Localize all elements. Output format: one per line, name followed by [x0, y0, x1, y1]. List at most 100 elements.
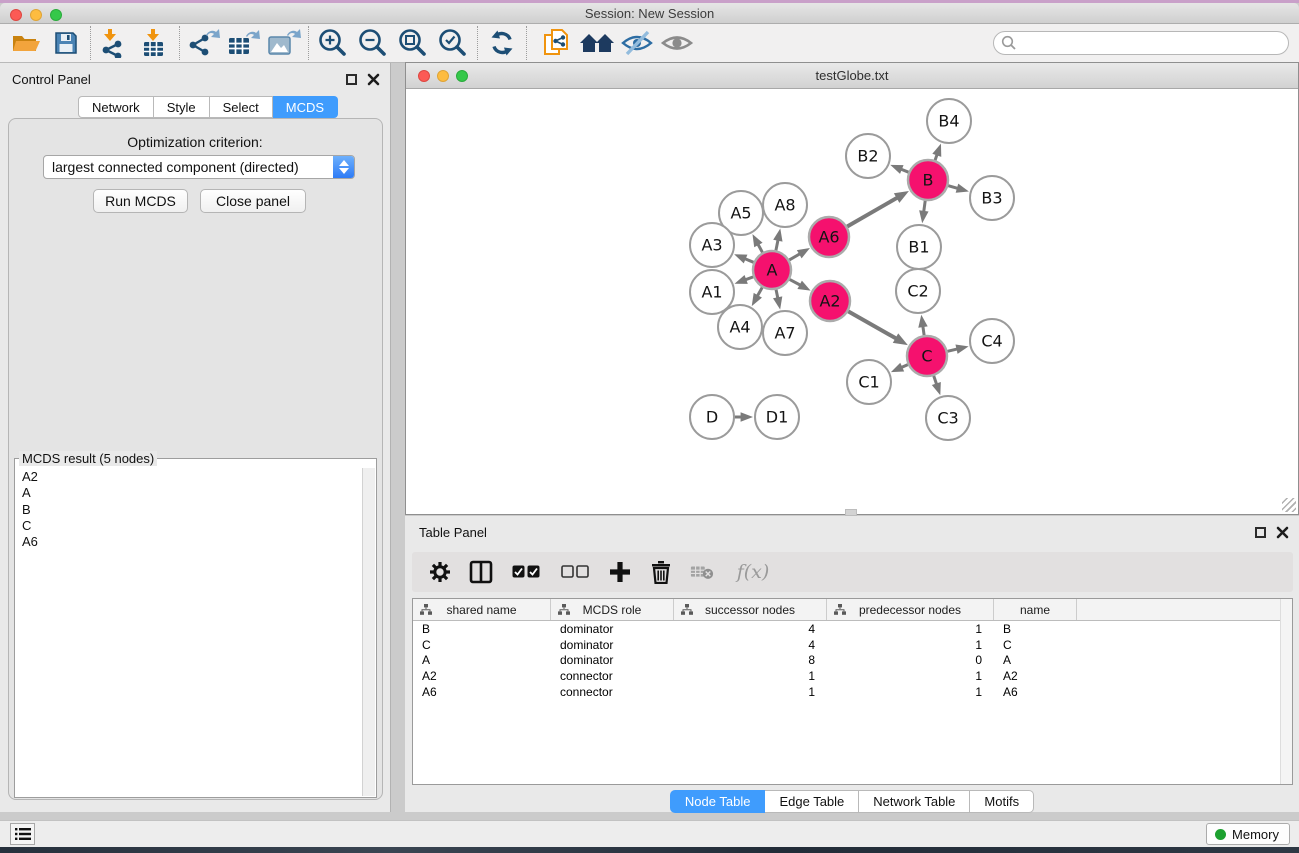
- table-cell[interactable]: 1: [827, 638, 994, 652]
- table-cell[interactable]: 1: [827, 685, 994, 699]
- table-cell[interactable]: 1: [827, 669, 994, 683]
- table-cell[interactable]: B: [994, 622, 1077, 636]
- tab-mcds[interactable]: MCDS: [273, 96, 338, 118]
- table-cell[interactable]: connector: [551, 669, 674, 683]
- graph-edge-B-B3[interactable]: [948, 186, 958, 189]
- column-header-successor-nodes[interactable]: successor nodes: [674, 599, 827, 620]
- table-cell[interactable]: 1: [674, 685, 827, 699]
- tab-select[interactable]: Select: [210, 96, 273, 118]
- graph-edge-C-C1[interactable]: [901, 365, 908, 368]
- deselect-all-button[interactable]: [559, 559, 591, 585]
- table-row[interactable]: Adominator80A: [413, 653, 1292, 669]
- graph-edge-B-B1[interactable]: [924, 201, 925, 212]
- table-settings-button[interactable]: [428, 559, 452, 585]
- refresh-button[interactable]: [482, 25, 522, 61]
- float-panel-icon[interactable]: [346, 74, 357, 85]
- table-cell[interactable]: 8: [674, 653, 827, 667]
- memory-button[interactable]: Memory: [1206, 823, 1290, 845]
- table-row[interactable]: A2connector11A2: [413, 668, 1292, 684]
- table-cell[interactable]: 4: [674, 638, 827, 652]
- save-session-button[interactable]: [46, 25, 86, 61]
- column-header-name[interactable]: name: [994, 599, 1077, 620]
- close-panel-button[interactable]: Close panel: [200, 189, 306, 213]
- import-table-button[interactable]: [135, 25, 175, 61]
- resize-grip[interactable]: [1282, 498, 1296, 512]
- export-image-button[interactable]: [264, 25, 304, 61]
- tab-node-table[interactable]: Node Table: [670, 790, 766, 813]
- graph-edge-C-C4[interactable]: [947, 349, 957, 351]
- run-mcds-button[interactable]: Run MCDS: [93, 189, 188, 213]
- table-cell[interactable]: A6: [994, 685, 1077, 699]
- column-header-shared-name[interactable]: shared name: [413, 599, 551, 620]
- zoom-selected-button[interactable]: [433, 25, 473, 61]
- graph-edge-A-A3[interactable]: [745, 259, 754, 263]
- table-cell[interactable]: B: [413, 622, 551, 636]
- table-cell[interactable]: A2: [994, 669, 1077, 683]
- table-cell[interactable]: A: [994, 653, 1077, 667]
- table-cell[interactable]: A6: [413, 685, 551, 699]
- hide-graphics-details-button[interactable]: [617, 25, 657, 61]
- import-network-button[interactable]: [95, 25, 135, 61]
- home-button[interactable]: [577, 25, 617, 61]
- mcds-result-item[interactable]: A2: [20, 469, 360, 485]
- mcds-result-item[interactable]: A6: [20, 534, 360, 550]
- graph-edge-C-C3[interactable]: [934, 376, 937, 385]
- table-cell[interactable]: dominator: [551, 622, 674, 636]
- table-scrollbar[interactable]: [1280, 599, 1292, 784]
- close-panel-icon[interactable]: [367, 73, 380, 86]
- export-table-button[interactable]: [224, 25, 264, 61]
- network-view[interactable]: B4B2BB3B1C2A5A8A3A6AA1A4A7A2CC4C1C3DD1: [406, 89, 1298, 514]
- graph-edge-A6-B[interactable]: [847, 198, 897, 227]
- split-sash-handle[interactable]: [845, 509, 857, 516]
- table-cell[interactable]: 1: [827, 622, 994, 636]
- table-cell[interactable]: C: [994, 638, 1077, 652]
- criterion-dropdown[interactable]: largest connected component (directed): [43, 155, 355, 179]
- duplicate-network-button[interactable]: [537, 25, 577, 61]
- mcds-result-item[interactable]: B: [20, 502, 360, 518]
- table-cell[interactable]: 0: [827, 653, 994, 667]
- split-columns-button[interactable]: [469, 559, 493, 585]
- float-table-panel-icon[interactable]: [1255, 527, 1266, 538]
- mcds-result-item[interactable]: C: [20, 518, 360, 534]
- show-graphics-details-button[interactable]: [657, 25, 697, 61]
- zoom-in-button[interactable]: [313, 25, 353, 61]
- tab-motifs[interactable]: Motifs: [970, 790, 1034, 813]
- graph-edge-B-B2[interactable]: [901, 169, 909, 172]
- select-all-button[interactable]: [510, 559, 542, 585]
- graph-edge-A-A6[interactable]: [789, 254, 800, 260]
- column-header-MCDS-role[interactable]: MCDS role: [551, 599, 674, 620]
- table-row[interactable]: A6connector11A6: [413, 684, 1292, 700]
- table-cell[interactable]: dominator: [551, 653, 674, 667]
- close-table-panel-icon[interactable]: [1276, 526, 1289, 539]
- export-network-button[interactable]: [184, 25, 224, 61]
- table-cell[interactable]: 1: [674, 669, 827, 683]
- table-cell[interactable]: A2: [413, 669, 551, 683]
- table-row[interactable]: Cdominator41C: [413, 637, 1292, 653]
- add-column-button[interactable]: [608, 559, 632, 585]
- function-builder-button[interactable]: f(x): [731, 559, 775, 585]
- task-history-button[interactable]: [10, 823, 35, 845]
- table-cell[interactable]: C: [413, 638, 551, 652]
- table-row[interactable]: Bdominator41B: [413, 621, 1292, 637]
- result-scrollbar[interactable]: [362, 468, 375, 796]
- graph-edge-A2-C[interactable]: [848, 311, 896, 338]
- table-cell[interactable]: dominator: [551, 638, 674, 652]
- tab-network-table[interactable]: Network Table: [859, 790, 970, 813]
- table-cell[interactable]: 4: [674, 622, 827, 636]
- tab-network[interactable]: Network: [78, 96, 154, 118]
- table-cell[interactable]: connector: [551, 685, 674, 699]
- mcds-result-item[interactable]: A: [20, 485, 360, 501]
- graph-edge-A-A7[interactable]: [776, 290, 778, 299]
- delete-column-button[interactable]: [649, 559, 673, 585]
- search-input[interactable]: [993, 31, 1289, 55]
- graph-edge-C-C2[interactable]: [923, 326, 924, 335]
- graph-edge-A-A5[interactable]: [758, 244, 763, 252]
- tab-style[interactable]: Style: [154, 96, 210, 118]
- graph-edge-A-A2[interactable]: [790, 279, 801, 285]
- open-session-button[interactable]: [6, 25, 46, 61]
- tab-edge-table[interactable]: Edge Table: [765, 790, 859, 813]
- column-header-predecessor-nodes[interactable]: predecessor nodes: [827, 599, 994, 620]
- table-cell[interactable]: A: [413, 653, 551, 667]
- graph-edge-A-A4[interactable]: [757, 287, 762, 296]
- delete-table-button[interactable]: [690, 559, 714, 585]
